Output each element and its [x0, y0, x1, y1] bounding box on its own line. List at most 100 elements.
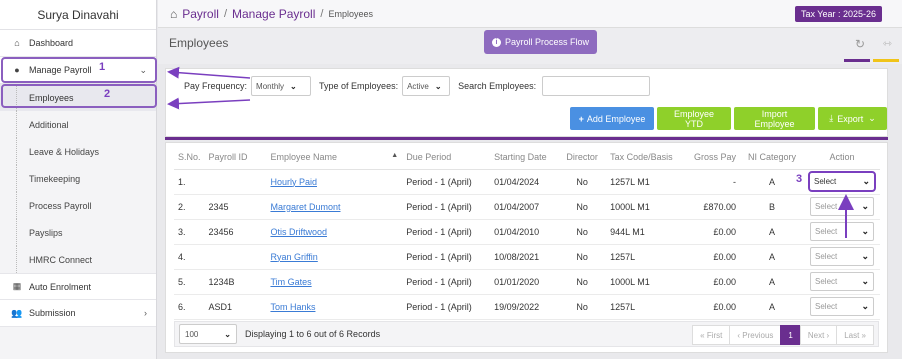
- employee-name-link[interactable]: Tom Hanks: [270, 302, 315, 312]
- employee-name-link[interactable]: Margaret Dumont: [270, 202, 340, 212]
- employee-name-link[interactable]: Tim Gates: [270, 277, 311, 287]
- sidebar-item-label: Submission: [29, 308, 76, 318]
- chevron-right-icon: ›: [144, 308, 147, 318]
- col-header-sno: S.No.: [174, 145, 205, 170]
- sidebar-item-auto-enrolment[interactable]: ▦ Auto Enrolment: [0, 273, 156, 300]
- cell-sno: 5.: [174, 269, 205, 295]
- employee-name-link[interactable]: Otis Driftwood: [270, 227, 327, 237]
- col-header-ni-category[interactable]: NI Category: [739, 145, 804, 170]
- pagination: « First ‹ Previous 1 Next › Last »: [692, 325, 874, 345]
- search-employees-input[interactable]: [542, 76, 651, 96]
- breadcrumb-payroll[interactable]: Payroll: [182, 7, 219, 21]
- chevron-down-icon: ⌄: [290, 81, 297, 91]
- sidebar-subitem-label: Process Payroll: [29, 200, 92, 211]
- action-select[interactable]: Select ⌄: [810, 272, 874, 291]
- tab-indicator-yellow: [873, 59, 899, 62]
- action-select[interactable]: Select ⌄: [810, 222, 874, 241]
- grid-icon: ▦: [12, 281, 22, 291]
- cell-starting-date: 01/04/2010: [490, 219, 559, 245]
- type-of-employees-label: Type of Employees:: [319, 81, 399, 91]
- users-icon: 👥: [11, 307, 23, 318]
- cell-due-period: Period - 1 (April): [402, 269, 491, 295]
- cell-director: No: [558, 294, 607, 320]
- sidebar-subitem-label: HMRC Connect: [29, 254, 93, 265]
- pager-next[interactable]: Next ›: [799, 325, 838, 345]
- pager-last[interactable]: Last »: [836, 325, 874, 345]
- col-header-employee-name[interactable]: Employee Name ▲: [266, 145, 403, 170]
- download-icon: ⤓: [829, 113, 834, 123]
- breadcrumb-separator: /: [320, 7, 324, 20]
- employees-table: S.No. Payroll ID Employee Name ▲ Due Per…: [174, 145, 880, 320]
- step-number-2: 2: [104, 88, 111, 100]
- sidebar-item-dashboard[interactable]: ⌂ Dashboard: [0, 30, 156, 57]
- action-select[interactable]: Select ⌄: [808, 171, 876, 192]
- col-header-payroll-id[interactable]: Payroll ID: [204, 145, 267, 170]
- cell-gross-pay: £0.00: [688, 269, 740, 295]
- breadcrumb-separator: /: [223, 7, 227, 20]
- employee-name-link[interactable]: Ryan Griffin: [270, 252, 317, 262]
- search-employees-label: Search Employees:: [458, 81, 537, 91]
- user-name: Surya Dinavahi: [0, 0, 156, 30]
- pager-page-1[interactable]: 1: [780, 325, 801, 345]
- cell-sno: 3.: [174, 219, 205, 245]
- import-employee-button[interactable]: Import Employee: [734, 107, 815, 130]
- pager-first[interactable]: « First: [692, 325, 731, 345]
- cell-director: No: [558, 194, 607, 220]
- payroll-process-flow-button[interactable]: i Payroll Process Flow: [484, 30, 598, 54]
- expand-arrows-icon[interactable]: ⇿: [883, 37, 892, 50]
- cell-tax-code: 1000L M1: [606, 194, 688, 220]
- employees-table-panel: S.No. Payroll ID Employee Name ▲ Due Per…: [165, 142, 888, 353]
- action-buttons: + Add Employee Employee YTD Import Employ…: [570, 107, 887, 130]
- breadcrumb: ⌂ Payroll / Manage Payroll / Employees: [170, 7, 373, 21]
- col-header-tax-code[interactable]: Tax Code/Basis: [606, 145, 688, 170]
- cell-director: No: [558, 269, 607, 295]
- cell-gross-pay: -: [688, 169, 740, 195]
- refresh-icon[interactable]: ↻: [855, 37, 865, 51]
- button-label: Payroll Process Flow: [505, 37, 590, 47]
- export-button[interactable]: ⤓ Export ⌄: [818, 107, 887, 130]
- cell-starting-date: 01/04/2007: [490, 194, 559, 220]
- select-value: Select: [814, 177, 837, 186]
- page-size-select[interactable]: 100 ⌄: [179, 324, 237, 344]
- col-header-due-period[interactable]: Due Period: [402, 145, 491, 170]
- sidebar-item-submission[interactable]: 👥 Submission ›: [0, 300, 156, 327]
- pay-frequency-label: Pay Frequency:: [184, 81, 248, 91]
- sidebar-subitem-additional[interactable]: Additional: [0, 111, 156, 138]
- employee-name-link[interactable]: Hourly Paid: [270, 177, 317, 187]
- home-icon[interactable]: ⌂: [170, 7, 177, 21]
- action-select[interactable]: Select ⌄: [810, 297, 874, 316]
- button-label: Employee YTD: [673, 108, 715, 129]
- sidebar-subitem-payslips[interactable]: Payslips: [0, 219, 156, 246]
- employee-ytd-button[interactable]: Employee YTD: [657, 107, 731, 130]
- sidebar-subitem-label: Additional: [29, 119, 69, 130]
- action-select[interactable]: Select ⌄: [810, 197, 874, 216]
- add-employee-button[interactable]: + Add Employee: [570, 107, 654, 130]
- filter-panel: Pay Frequency: Monthly ⌄ Type of Employee…: [165, 68, 888, 137]
- chevron-down-icon: ⌄: [861, 201, 869, 211]
- pager-previous[interactable]: ‹ Previous: [729, 325, 782, 345]
- cell-gross-pay: £0.00: [688, 244, 740, 270]
- table-footer: 100 ⌄ Displaying 1 to 6 out of 6 Records …: [174, 321, 879, 347]
- sidebar: Surya Dinavahi ⌂ Dashboard ● Manage Payr…: [0, 0, 157, 359]
- select-value: Monthly: [256, 81, 285, 91]
- cell-ni-category: A: [739, 269, 804, 295]
- table-header-row: S.No. Payroll ID Employee Name ▲ Due Per…: [174, 145, 880, 170]
- action-select[interactable]: Select ⌄: [810, 247, 874, 266]
- cell-due-period: Period - 1 (April): [402, 169, 491, 195]
- type-of-employees-select[interactable]: Active ⌄: [402, 76, 451, 96]
- cell-sno: 1.: [174, 169, 205, 195]
- cell-sno: 4.: [174, 244, 205, 270]
- cell-sno: 6.: [174, 294, 205, 320]
- col-header-gross-pay[interactable]: Gross Pay: [688, 145, 740, 170]
- sidebar-subitem-leave-holidays[interactable]: Leave & Holidays: [0, 138, 156, 165]
- sidebar-subitem-timekeeping[interactable]: Timekeeping: [0, 165, 156, 192]
- col-header-director[interactable]: Director: [558, 145, 607, 170]
- sidebar-subitem-process-payroll[interactable]: Process Payroll: [0, 192, 156, 219]
- pay-frequency-select[interactable]: Monthly ⌄: [251, 76, 312, 96]
- sidebar-subitem-hmrc-connect[interactable]: HMRC Connect: [0, 246, 156, 273]
- cell-due-period: Period - 1 (April): [402, 219, 491, 245]
- breadcrumb-manage-payroll[interactable]: Manage Payroll: [232, 7, 315, 21]
- button-label: Export: [837, 113, 864, 124]
- cell-due-period: Period - 1 (April): [402, 194, 491, 220]
- col-header-starting-date[interactable]: Starting Date: [490, 145, 559, 170]
